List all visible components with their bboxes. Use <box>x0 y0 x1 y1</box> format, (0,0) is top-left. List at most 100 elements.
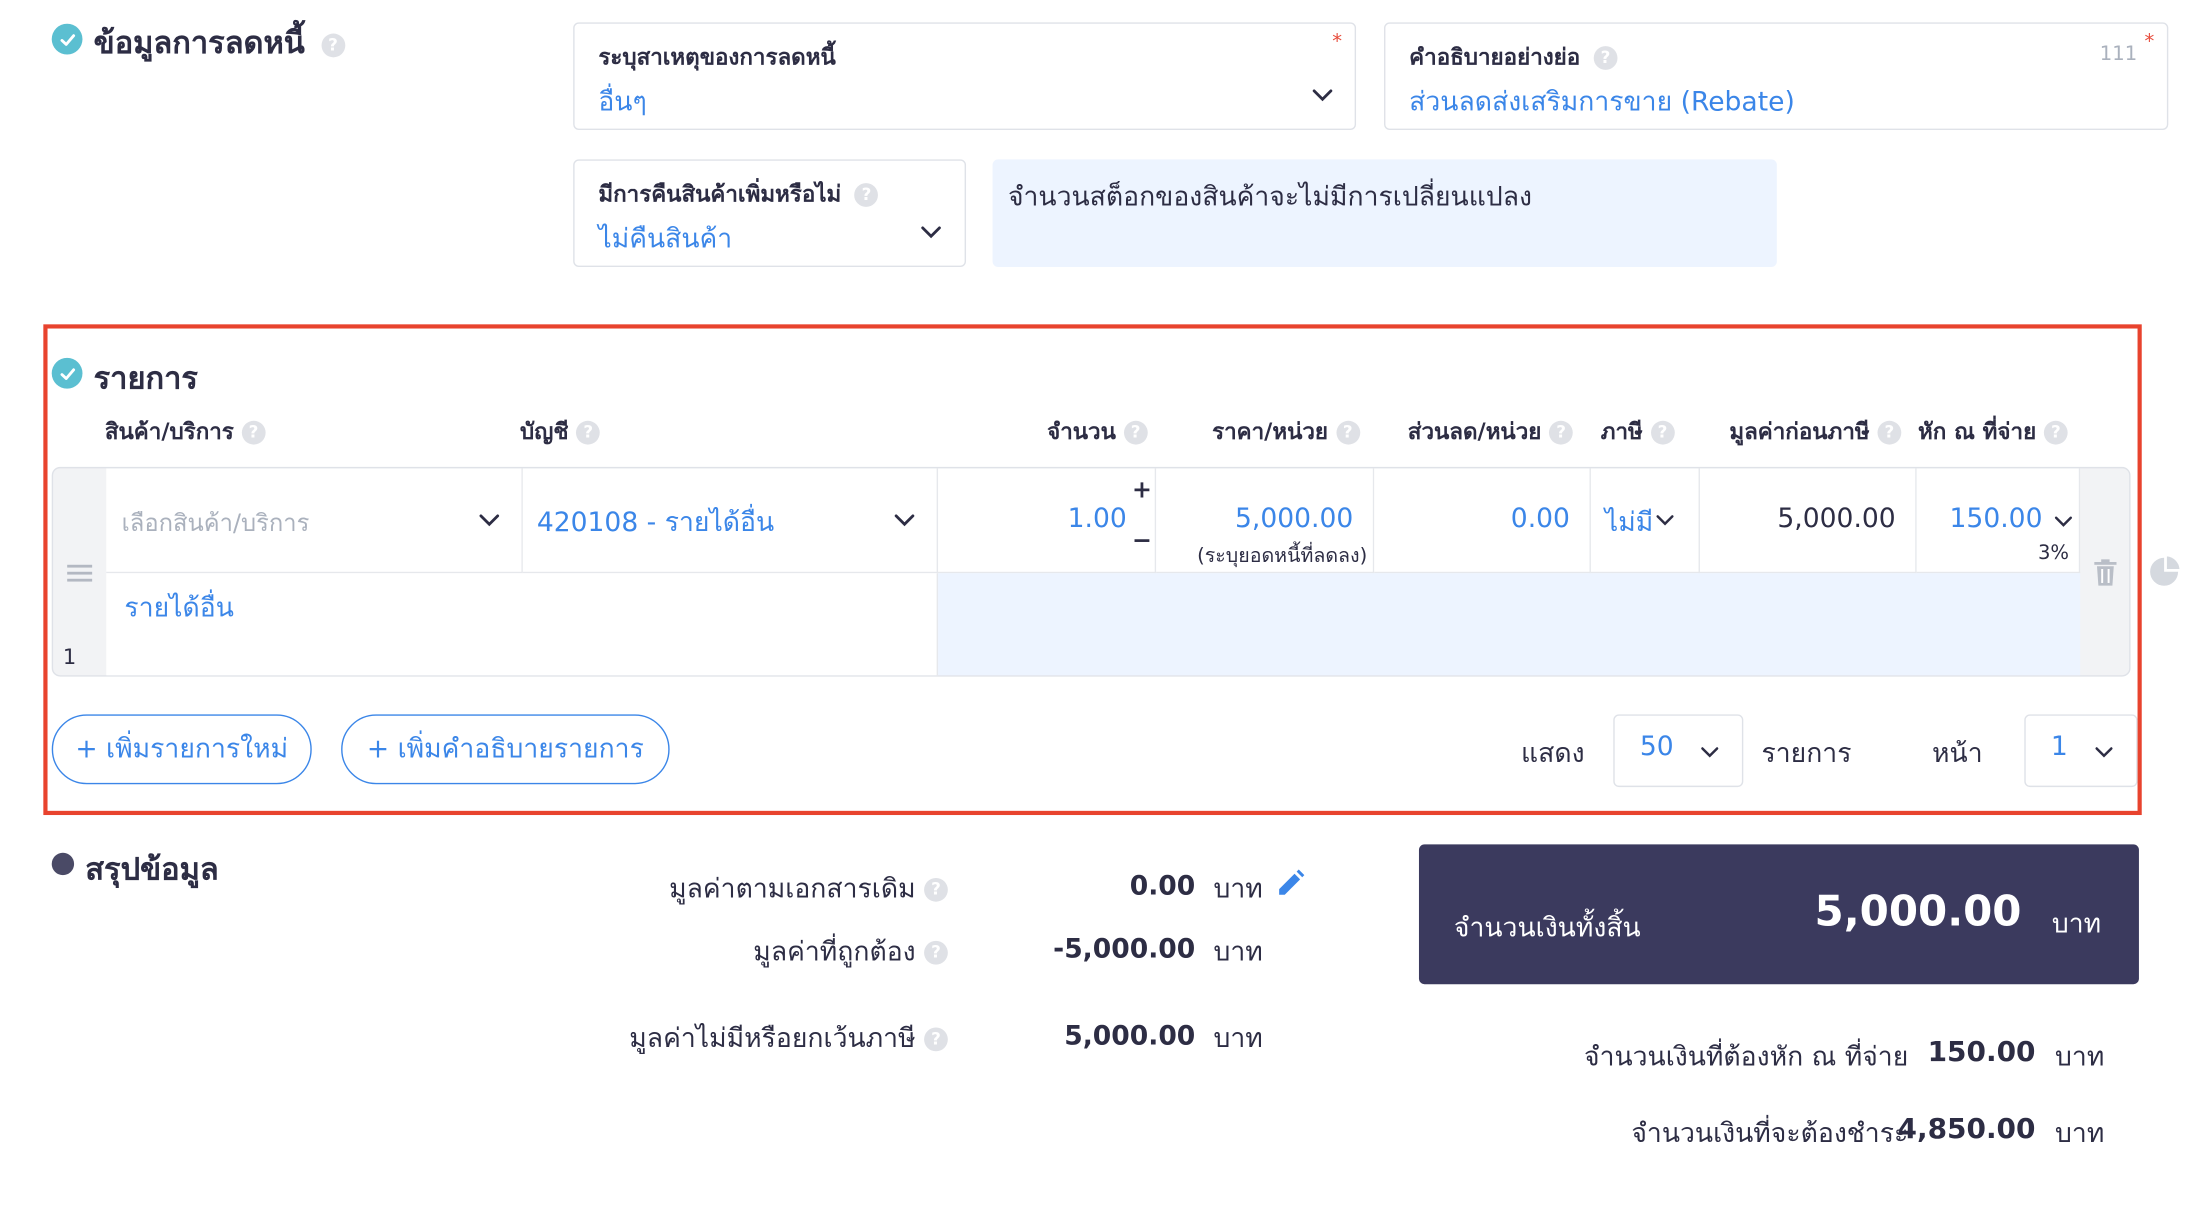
reason-label: ระบุสาเหตุของการลดหนี้ <box>598 43 836 70</box>
char-counter: 111 <box>2099 43 2138 66</box>
help-icon[interactable]: ? <box>1650 420 1675 445</box>
col-header-withholding-text: หัก ณ ที่จ่าย <box>1918 418 2037 445</box>
summary-bullet-icon <box>51 852 75 876</box>
col-header-price-text: ราคา/หน่วย <box>1212 418 1329 445</box>
account-value: 420108 - รายได้อื่น <box>536 507 775 539</box>
return-label-text: มีการคืนสินค้าเพิ่มหรือไม่ <box>598 180 842 207</box>
unit-baht: บาท <box>2055 1041 2105 1073</box>
help-icon[interactable]: ? <box>1335 420 1360 445</box>
debt-info-title: ข้อมูลการลดหนี้ ? <box>94 18 345 67</box>
drag-handle-icon[interactable] <box>67 563 93 583</box>
short-desc-label-text: คำอธิบายอย่างย่อ <box>1409 43 1581 70</box>
page-label: หน้า <box>1932 738 1983 769</box>
items-title: รายการ <box>93 362 198 398</box>
price-note: (ระบุยอดหนี้ที่ลดลง) <box>1197 545 1368 568</box>
add-item-button[interactable]: + เพิ่มรายการใหม่ <box>51 714 312 785</box>
correct-value-label: มูลค่าที่ถูกต้อง ? <box>753 931 948 973</box>
chevron-down-icon <box>2095 747 2113 758</box>
chevron-down-icon <box>2054 516 2073 527</box>
short-desc-label: คำอธิบายอย่างย่อ ? <box>1409 41 1618 76</box>
col-header-product-text: สินค้า/บริการ <box>104 418 234 445</box>
vat-select[interactable]: ไม่มี <box>1590 468 1700 574</box>
col-header-account: บัญชี ? <box>520 415 601 450</box>
table-row: 1 เลือกสินค้า/บริการ 420108 - รายได้อื่น… <box>51 466 2131 677</box>
show-label: แสดง <box>1521 738 1585 769</box>
col-header-withholding: หัก ณ ที่จ่าย ? <box>1918 415 2068 450</box>
per-page-select[interactable]: 50 <box>1613 714 1744 788</box>
vat-value: ไม่มี <box>1604 507 1654 539</box>
chevron-down-icon <box>479 514 500 527</box>
original-value-label-text: มูลค่าตามเอกสารเดิม <box>669 873 916 905</box>
col-header-discount: ส่วนลด/หน่วย ? <box>1408 415 1573 450</box>
price-value: 5,000.00 <box>1234 503 1354 535</box>
item-description-field[interactable]: รายได้อื่น <box>106 573 939 676</box>
chevron-down-icon <box>1656 515 1674 526</box>
help-icon[interactable]: ? <box>924 877 948 902</box>
help-icon[interactable]: ? <box>1549 420 1573 445</box>
debt-info-title-text: ข้อมูลการลดหนี้ <box>93 26 305 62</box>
original-value: 0.00 <box>1129 870 1196 902</box>
help-icon[interactable]: ? <box>1123 420 1148 445</box>
col-header-quantity: จำนวน ? <box>1047 415 1148 450</box>
col-header-vat: ภาษี ? <box>1601 415 1675 450</box>
help-icon[interactable]: ? <box>576 420 601 445</box>
unit-baht: บาท <box>2055 1118 2105 1150</box>
product-select[interactable]: เลือกสินค้า/บริการ <box>106 468 523 574</box>
discount-field[interactable]: 0.00 <box>1374 468 1591 574</box>
items-label: รายการ <box>1761 738 1852 769</box>
unit-baht: บาท <box>1213 936 1263 968</box>
help-icon[interactable]: ? <box>924 1027 948 1052</box>
total-value: 5,000.00 <box>1814 887 2022 937</box>
unit-baht: บาท <box>1213 1023 1263 1055</box>
total-panel: จำนวนเงินทั้งสิ้น 5,000.00 บาท <box>1418 844 2139 985</box>
item-description: รายได้อื่น <box>124 592 234 624</box>
correct-value: -5,000.00 <box>1053 933 1196 965</box>
page-select[interactable]: 1 <box>2024 714 2138 788</box>
chevron-down-icon <box>921 226 941 239</box>
pretax-value-cell: 5,000.00 <box>1699 468 1917 574</box>
required-mark: * <box>2144 30 2155 54</box>
stock-note: จำนวนสต็อกของสินค้าจะไม่มีการเปลี่ยนแปลง <box>992 159 1777 268</box>
discount-value: 0.00 <box>1510 503 1570 535</box>
description-extra-area <box>938 573 2081 676</box>
quantity-stepper[interactable]: 1.00 + − <box>938 468 1157 574</box>
withholding-select[interactable]: 150.00 3% <box>1916 468 2081 574</box>
exempt-value-label-text: มูลค่าไม่มีหรือยกเว้นภาษี <box>629 1023 916 1055</box>
help-icon[interactable]: ? <box>1593 46 1618 70</box>
exempt-value-label: มูลค่าไม่มีหรือยกเว้นภาษี ? <box>629 1018 948 1060</box>
minus-icon[interactable]: − <box>1132 527 1152 555</box>
quantity-value: 1.00 <box>1067 503 1127 535</box>
payable-label: จำนวนเงินที่จะต้องชำระ <box>1631 1118 1909 1150</box>
exempt-value: 5,000.00 <box>1064 1020 1196 1052</box>
withholding-total-label: จำนวนเงินที่ต้องหัก ณ ที่จ่าย <box>1583 1041 1909 1073</box>
col-header-product: สินค้า/บริการ ? <box>105 415 266 450</box>
col-header-quantity-text: จำนวน <box>1047 418 1116 445</box>
pretax-value: 5,000.00 <box>1777 503 1896 535</box>
col-header-pretax-text: มูลค่าก่อนภาษี <box>1729 418 1870 445</box>
plus-icon[interactable]: + <box>1132 477 1152 505</box>
help-icon[interactable]: ? <box>2043 420 2068 445</box>
payable-value: 4,850.00 <box>1897 1111 2036 1145</box>
summary-title: สรุปข้อมูล <box>85 852 219 888</box>
account-select[interactable]: 420108 - รายได้อื่น <box>522 468 939 574</box>
unit-baht: บาท <box>2051 908 2102 940</box>
withholding-rate: 3% <box>2037 542 2070 565</box>
help-icon[interactable]: ? <box>854 183 879 207</box>
help-icon[interactable]: ? <box>924 940 948 965</box>
chevron-down-icon <box>1701 747 1719 758</box>
pie-chart-icon[interactable] <box>2149 556 2180 587</box>
short-description-field[interactable]: คำอธิบายอย่างย่อ ? ส่วนลดส่งเสริมการขาย … <box>1384 22 2169 131</box>
add-description-button[interactable]: + เพิ่มคำอธิบายรายการ <box>341 714 670 785</box>
return-label: มีการคืนสินค้าเพิ่มหรือไม่ ? <box>598 178 879 213</box>
price-field[interactable]: 5,000.00 (ระบุยอดหนี้ที่ลดลง) <box>1156 468 1375 574</box>
return-select[interactable]: มีการคืนสินค้าเพิ่มหรือไม่ ? ไม่คืนสินค้… <box>573 159 967 268</box>
help-icon[interactable]: ? <box>241 420 266 445</box>
unit-baht: บาท <box>1213 873 1263 905</box>
edit-pencil-icon[interactable] <box>1275 868 1306 899</box>
section-check-icon <box>51 23 83 55</box>
help-icon[interactable]: ? <box>1877 420 1902 445</box>
reason-select[interactable]: ระบุสาเหตุของการลดหนี้ อื่นๆ * <box>573 22 1357 131</box>
help-icon[interactable]: ? <box>321 32 345 57</box>
chevron-down-icon <box>894 514 915 527</box>
trash-icon[interactable] <box>2094 559 2117 586</box>
